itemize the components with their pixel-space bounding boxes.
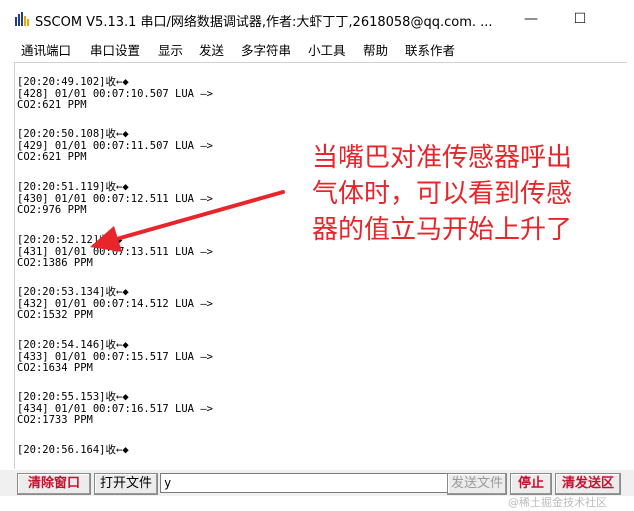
log-co2: CO2:1733 PPM (17, 414, 93, 426)
log-entry: [20:20:50.108]收←◆ [429] 01/01 00:07:11.50… (17, 128, 213, 164)
log-entry: [20:20:51.119]收←◆ [430] 01/01 00:07:12.51… (17, 181, 213, 217)
log-entry: [20:20:53.134]收←◆ [432] 01/01 00:07:14.51… (17, 286, 213, 322)
log-timestamp: [20:20:49.102]收←◆ (17, 76, 129, 88)
menu-item-serial-settings[interactable]: 串口设置 (90, 40, 140, 59)
log-timestamp: [20:20:53.134]收←◆ (17, 286, 129, 298)
log-timestamp: [20:20:50.108]收←◆ (17, 128, 129, 140)
log-co2: CO2:1634 PPM (17, 362, 93, 374)
watermark: @稀土掘金技术社区 (508, 496, 607, 509)
log-co2: CO2:621 PPM (17, 151, 87, 163)
annotation-text: 当嘴巴对准传感器呼出 气体时，可以看到传感 器的值立马开始上升了 (312, 140, 607, 248)
menu-item-multi-string[interactable]: 多字符串 (241, 40, 291, 59)
log-timestamp: [20:20:55.153]收←◆ (17, 391, 129, 403)
minimize-button[interactable]: — (519, 9, 543, 29)
receive-log[interactable]: [20:20:49.102]收←◆ [428] 01/01 00:07:10.50… (14, 62, 627, 469)
menu-item-help[interactable]: 帮助 (363, 40, 388, 59)
log-entry: [20:20:54.146]收←◆ [433] 01/01 00:07:15.51… (17, 339, 213, 375)
send-input[interactable]: y (160, 473, 452, 493)
annotation-line: 气体时，可以看到传感 (312, 179, 573, 209)
bottom-toolbar: 清除窗口 打开文件 y 发送文件 停止 清发送区 (0, 470, 634, 496)
log-timestamp: [20:20:54.146]收←◆ (17, 339, 129, 351)
stop-button[interactable]: 停止 (510, 473, 552, 495)
title-bar: SSCOM V5.13.1 串口/网络数据调试器,作者:大虾丁丁,2618058… (0, 0, 634, 38)
log-entry: [20:20:49.102]收←◆ [428] 01/01 00:07:10.50… (17, 76, 213, 112)
log-co2: CO2:976 PPM (17, 204, 87, 216)
annotation-line: 当嘴巴对准传感器呼出 (312, 143, 573, 173)
annotation-line: 器的值立马开始上升了 (312, 215, 573, 245)
log-entry: [20:20:55.153]收←◆ [434] 01/01 00:07:16.51… (17, 391, 213, 427)
open-file-button[interactable]: 打开文件 (94, 473, 158, 495)
app-logo-icon (15, 12, 29, 26)
menu-bar: 通讯端口 串口设置 显示 发送 多字符串 小工具 帮助 联系作者 (0, 38, 634, 60)
menu-item-tools[interactable]: 小工具 (308, 40, 346, 59)
clear-send-area-button[interactable]: 清发送区 (555, 473, 621, 495)
log-timestamp: [20:20:56.164]收←◆ (17, 444, 129, 456)
clear-window-button[interactable]: 清除窗口 (17, 473, 91, 495)
menu-item-port[interactable]: 通讯端口 (21, 40, 71, 59)
log-co2: CO2:621 PPM (17, 99, 87, 111)
log-timestamp: [20:20:51.119]收←◆ (17, 181, 129, 193)
log-entry: [20:20:52.12]收←◆ [431] 01/01 00:07:13.511… (17, 234, 213, 270)
menu-item-contact[interactable]: 联系作者 (405, 40, 455, 59)
send-file-button[interactable]: 发送文件 (447, 473, 507, 495)
log-co2: CO2:1386 PPM (17, 257, 93, 269)
menu-item-send[interactable]: 发送 (199, 40, 224, 59)
menu-item-display[interactable]: 显示 (158, 40, 183, 59)
log-timestamp: [20:20:52.12]收←◆ (17, 234, 123, 246)
window-title: SSCOM V5.13.1 串口/网络数据调试器,作者:大虾丁丁,2618058… (35, 15, 493, 30)
log-entry: [20:20:56.164]收←◆ (17, 444, 129, 457)
log-co2: CO2:1532 PPM (17, 309, 93, 321)
maximize-button[interactable]: ☐ (568, 9, 592, 29)
